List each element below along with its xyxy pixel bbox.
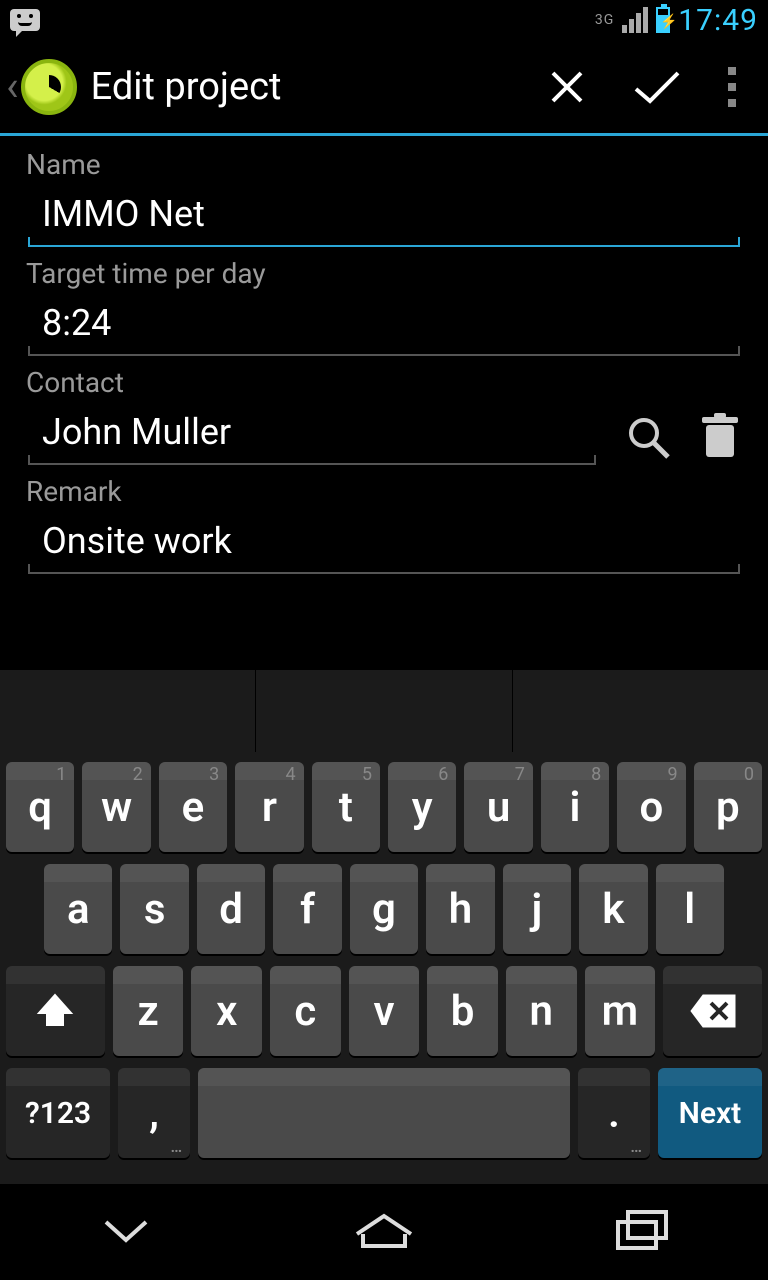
clock: 17:49: [678, 3, 758, 38]
symbols-key[interactable]: ?123: [6, 1068, 110, 1158]
delete-contact-button[interactable]: [700, 413, 740, 465]
trash-icon: [700, 413, 740, 461]
overflow-menu-button[interactable]: [702, 67, 762, 107]
nav-recent-button[interactable]: [612, 1208, 672, 1256]
key-r[interactable]: r4: [235, 762, 303, 852]
contact-label: Contact: [26, 366, 740, 399]
action-bar: ‹ Edit project: [0, 40, 768, 136]
remark-label: Remark: [26, 475, 740, 508]
suggestion-bar[interactable]: [0, 670, 768, 752]
key-p[interactable]: p0: [694, 762, 762, 852]
key-e[interactable]: e3: [159, 762, 227, 852]
nav-back-button[interactable]: [96, 1210, 156, 1254]
key-t[interactable]: t5: [312, 762, 380, 852]
battery-icon: ⚡: [656, 7, 670, 33]
key-d[interactable]: d: [197, 864, 265, 954]
page-title: Edit project: [91, 65, 522, 109]
key-m[interactable]: m: [585, 966, 656, 1056]
key-f[interactable]: f: [273, 864, 341, 954]
space-key[interactable]: [198, 1068, 570, 1158]
key-a[interactable]: a: [44, 864, 112, 954]
name-label: Name: [26, 148, 740, 181]
name-input[interactable]: [28, 187, 740, 245]
key-v[interactable]: v: [349, 966, 420, 1056]
contact-input[interactable]: [28, 405, 596, 463]
key-c[interactable]: c: [270, 966, 341, 1056]
nav-home-button[interactable]: [349, 1210, 419, 1254]
form: Name Target time per day Contact: [0, 136, 768, 670]
comma-key[interactable]: ,…: [118, 1068, 190, 1158]
network-type: 3G: [595, 12, 614, 28]
key-g[interactable]: g: [350, 864, 418, 954]
close-icon: [545, 65, 589, 109]
back-icon[interactable]: ‹: [0, 62, 21, 111]
key-u[interactable]: u7: [464, 762, 532, 852]
key-b[interactable]: b: [427, 966, 498, 1056]
key-l[interactable]: l: [656, 864, 724, 954]
key-s[interactable]: s: [120, 864, 188, 954]
key-y[interactable]: y6: [388, 762, 456, 852]
target-time-label: Target time per day: [26, 257, 740, 290]
key-z[interactable]: z: [113, 966, 184, 1056]
signal-icon: [622, 7, 648, 33]
cancel-button[interactable]: [522, 39, 612, 135]
app-icon[interactable]: [21, 59, 77, 115]
navigation-bar: [0, 1184, 768, 1280]
confirm-button[interactable]: [612, 39, 702, 135]
search-icon: [624, 413, 672, 461]
keyboard: q1w2e3r4t5y6u7i8o9p0 asdfghjkl z x c v b…: [0, 670, 768, 1184]
notification-sms-icon: [10, 9, 40, 31]
status-bar: 3G ⚡ 17:49: [0, 0, 768, 40]
key-h[interactable]: h: [426, 864, 494, 954]
key-j[interactable]: j: [503, 864, 571, 954]
target-time-input[interactable]: [28, 296, 740, 354]
check-icon: [630, 65, 684, 109]
key-o[interactable]: o9: [617, 762, 685, 852]
key-w[interactable]: w2: [82, 762, 150, 852]
next-key[interactable]: Next: [658, 1068, 762, 1158]
period-key[interactable]: .…: [578, 1068, 650, 1158]
backspace-key[interactable]: [663, 966, 762, 1056]
key-x[interactable]: x: [191, 966, 262, 1056]
key-i[interactable]: i8: [541, 762, 609, 852]
key-q[interactable]: q1: [6, 762, 74, 852]
search-contact-button[interactable]: [624, 413, 672, 465]
key-n[interactable]: n: [506, 966, 577, 1056]
remark-input[interactable]: [28, 514, 740, 572]
key-k[interactable]: k: [579, 864, 647, 954]
shift-key[interactable]: [6, 966, 105, 1056]
